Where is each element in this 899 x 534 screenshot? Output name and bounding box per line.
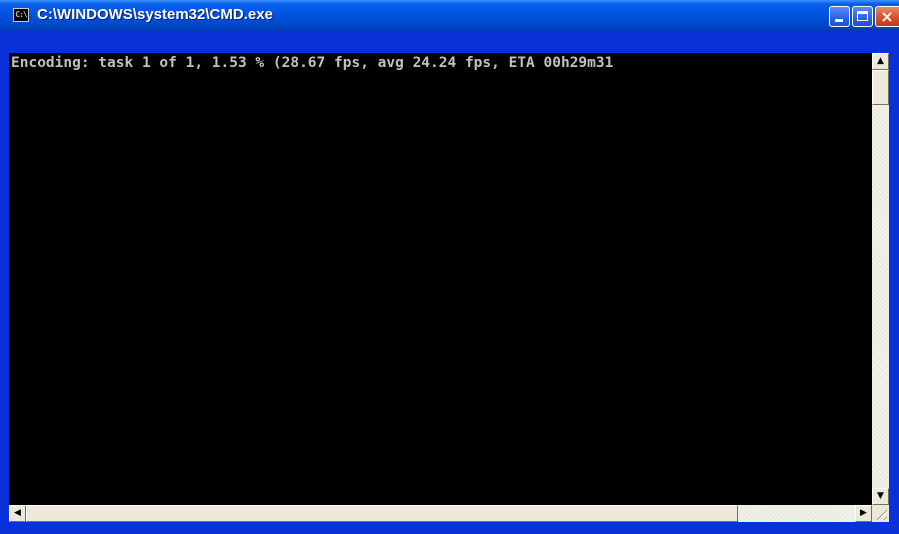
up-arrow-icon: ▲ bbox=[877, 56, 884, 66]
console-output[interactable]: Encoding: task 1 of 1, 1.53 % (28.67 fps… bbox=[9, 53, 872, 505]
maximize-icon bbox=[857, 11, 868, 21]
vertical-scroll-track[interactable] bbox=[872, 70, 889, 488]
horizontal-scroll-thumb[interactable] bbox=[26, 505, 738, 522]
right-arrow-icon: ▶ bbox=[860, 508, 867, 518]
vertical-scrollbar[interactable]: ▲ ▼ bbox=[872, 53, 889, 505]
cmd-window: C:\ C:\WINDOWS\system32\CMD.exe × Encodi… bbox=[0, 0, 899, 534]
window-title: C:\WINDOWS\system32\CMD.exe bbox=[37, 6, 273, 23]
vertical-scroll-thumb[interactable] bbox=[872, 70, 889, 105]
left-arrow-icon: ◀ bbox=[14, 508, 21, 518]
down-arrow-icon: ▼ bbox=[877, 491, 884, 501]
scroll-right-button[interactable]: ▶ bbox=[855, 505, 872, 522]
resize-grip[interactable] bbox=[872, 505, 889, 522]
horizontal-scrollbar[interactable]: ◀ ▶ bbox=[9, 505, 872, 522]
scroll-left-button[interactable]: ◀ bbox=[9, 505, 26, 522]
title-bar[interactable]: C:\ C:\WINDOWS\system32\CMD.exe × bbox=[0, 0, 899, 31]
cmd-icon[interactable]: C:\ bbox=[13, 8, 29, 22]
scroll-down-button[interactable]: ▼ bbox=[872, 488, 889, 505]
minimize-icon bbox=[835, 19, 843, 22]
minimize-button[interactable] bbox=[829, 6, 850, 27]
scroll-up-button[interactable]: ▲ bbox=[872, 53, 889, 70]
console-line: Encoding: task 1 of 1, 1.53 % (28.67 fps… bbox=[11, 55, 614, 71]
maximize-button[interactable] bbox=[852, 6, 873, 27]
close-icon: × bbox=[880, 7, 894, 26]
close-button[interactable]: × bbox=[875, 6, 899, 27]
